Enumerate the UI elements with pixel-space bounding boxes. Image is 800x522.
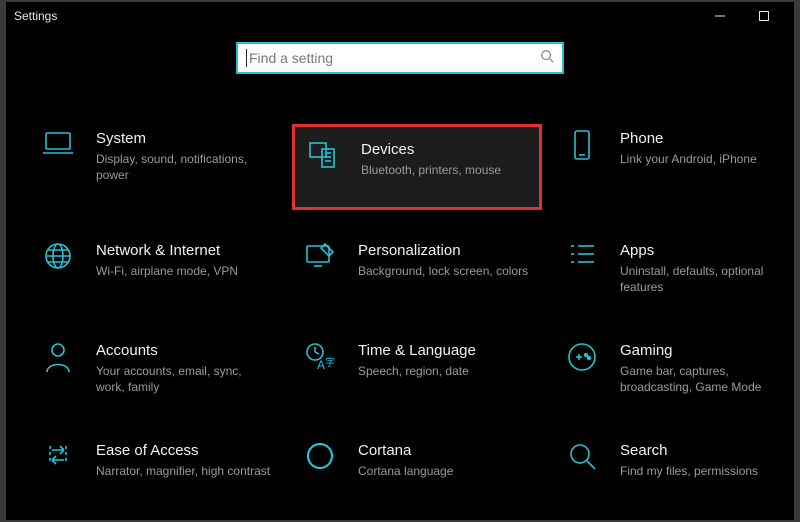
svg-text:字: 字	[325, 356, 335, 369]
tile-devices[interactable]: Devices Bluetooth, printers, mouse	[292, 124, 542, 210]
search-input[interactable]: Find a setting	[236, 42, 564, 74]
tile-personalization[interactable]: Personalization Background, lock screen,…	[292, 236, 542, 310]
tile-ease-of-access[interactable]: Ease of Access Narrator, magnifier, high…	[30, 436, 280, 510]
ease-of-access-icon	[38, 442, 78, 470]
tile-desc: Your accounts, email, sync, work, family	[96, 363, 272, 395]
minimize-icon	[715, 11, 725, 21]
tile-desc: Link your Android, iPhone	[620, 151, 796, 167]
search-icon	[540, 49, 554, 68]
tile-time-language[interactable]: A字 Time & Language Speech, region, date	[292, 336, 542, 410]
tile-desc: Background, lock screen, colors	[358, 263, 534, 279]
maximize-button[interactable]	[742, 2, 786, 30]
tile-title: Search	[620, 442, 796, 461]
globe-icon	[38, 242, 78, 270]
window-title: Settings	[14, 9, 57, 23]
tile-title: Accounts	[96, 342, 272, 361]
accounts-icon	[38, 342, 78, 372]
tile-title: Apps	[620, 242, 796, 261]
search-placeholder: Find a setting	[249, 50, 540, 66]
settings-window: Settings Find a setting System Display, …	[6, 2, 794, 520]
settings-grid: System Display, sound, notifications, po…	[6, 124, 794, 510]
tile-title: System	[96, 130, 272, 149]
tile-title: Personalization	[358, 242, 534, 261]
tile-desc: Narrator, magnifier, high contrast	[96, 463, 272, 479]
search-row: Find a setting	[6, 30, 794, 74]
tile-desc: Cortana language	[358, 463, 534, 479]
tile-desc: Bluetooth, printers, mouse	[361, 162, 531, 178]
apps-icon	[562, 242, 602, 266]
titlebar: Settings	[6, 2, 794, 30]
tile-accounts[interactable]: Accounts Your accounts, email, sync, wor…	[30, 336, 280, 410]
tile-title: Time & Language	[358, 342, 534, 361]
tile-phone[interactable]: Phone Link your Android, iPhone	[554, 124, 800, 210]
tile-desc: Speech, region, date	[358, 363, 534, 379]
tile-title: Ease of Access	[96, 442, 272, 461]
tile-desc: Display, sound, notifications, power	[96, 151, 272, 183]
time-language-icon: A字	[300, 342, 340, 372]
tile-title: Cortana	[358, 442, 534, 461]
phone-icon	[562, 130, 602, 160]
tile-gaming[interactable]: Gaming Game bar, captures, broadcasting,…	[554, 336, 800, 410]
tile-system[interactable]: System Display, sound, notifications, po…	[30, 124, 280, 210]
text-caret	[246, 49, 247, 67]
tile-desc: Uninstall, defaults, optional features	[620, 263, 796, 295]
tile-cortana[interactable]: Cortana Cortana language	[292, 436, 542, 510]
tile-search[interactable]: Search Find my files, permissions	[554, 436, 800, 510]
svg-text:A: A	[317, 358, 325, 372]
search-tile-icon	[562, 442, 602, 470]
tile-title: Devices	[361, 141, 531, 160]
tile-apps[interactable]: Apps Uninstall, defaults, optional featu…	[554, 236, 800, 310]
system-icon	[38, 130, 78, 156]
minimize-button[interactable]	[698, 2, 742, 30]
tile-desc: Game bar, captures, broadcasting, Game M…	[620, 363, 796, 395]
gaming-icon	[562, 342, 602, 372]
tile-title: Network & Internet	[96, 242, 272, 261]
personalization-icon	[300, 242, 340, 268]
tile-desc: Wi-Fi, airplane mode, VPN	[96, 263, 272, 279]
tile-desc: Find my files, permissions	[620, 463, 796, 479]
maximize-icon	[759, 11, 769, 21]
tile-title: Phone	[620, 130, 796, 149]
tile-network[interactable]: Network & Internet Wi-Fi, airplane mode,…	[30, 236, 280, 310]
cortana-icon	[300, 442, 340, 470]
tile-title: Gaming	[620, 342, 796, 361]
devices-icon	[303, 141, 343, 169]
